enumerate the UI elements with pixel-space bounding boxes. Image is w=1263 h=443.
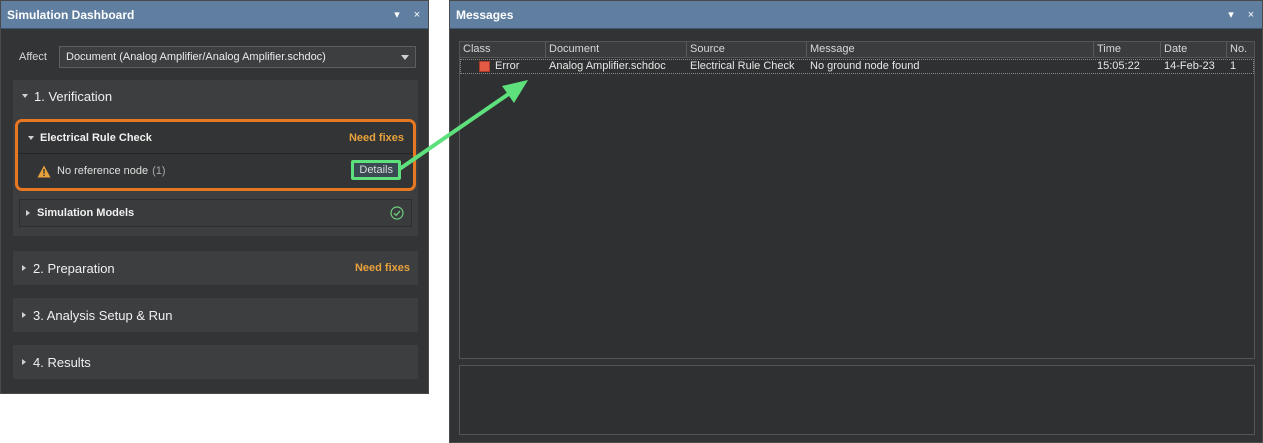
cell-no: 1 xyxy=(1230,60,1237,72)
column-header-class[interactable]: Class xyxy=(460,42,546,57)
section-results-label: 4. Results xyxy=(33,354,91,370)
expand-triangle-icon xyxy=(22,265,26,271)
affect-select-value: Document (Analog Amplifier/Analog Amplif… xyxy=(66,51,326,63)
messages-grid[interactable]: Class Document Source Message Time Date … xyxy=(459,41,1255,359)
cell-date: 14-Feb-23 xyxy=(1164,60,1215,72)
column-header-source[interactable]: Source xyxy=(687,42,807,57)
pin-dropdown-icon[interactable]: ▾ xyxy=(1226,8,1236,21)
check-circle-icon xyxy=(390,206,404,220)
column-header-no[interactable]: No. xyxy=(1227,42,1256,57)
cell-document: Analog Amplifier.schdoc xyxy=(549,60,666,72)
section-analysis-header[interactable]: 3. Analysis Setup & Run xyxy=(13,298,418,332)
section-analysis[interactable]: 3. Analysis Setup & Run xyxy=(13,298,418,332)
erc-issue-label: No reference node xyxy=(57,165,149,177)
affect-row: Affect Document (Analog Amplifier/Analog… xyxy=(19,46,416,68)
erc-status: Need fixes xyxy=(348,131,404,144)
cell-message: No ground node found xyxy=(810,60,920,72)
cell-source: Electrical Rule Check xyxy=(690,60,795,72)
simulation-models-title: Simulation Models xyxy=(37,207,135,219)
erc-group: Electrical Rule Check Need fixes No refe… xyxy=(15,119,416,191)
section-verification-header[interactable]: 1. Verification xyxy=(13,80,418,112)
pin-dropdown-icon[interactable]: ▾ xyxy=(392,8,402,21)
erc-header[interactable]: Electrical Rule Check Need fixes xyxy=(18,122,413,154)
section-results-header[interactable]: 4. Results xyxy=(13,345,418,379)
erc-issue-count: (1) xyxy=(152,165,166,177)
section-verification-label: 1. Verification xyxy=(34,88,113,104)
dashboard-title: Simulation Dashboard xyxy=(7,7,135,22)
column-header-time[interactable]: Time xyxy=(1094,42,1161,57)
column-header-message[interactable]: Message xyxy=(807,42,1094,57)
cell-class: Error xyxy=(495,60,520,72)
details-button[interactable]: Details xyxy=(351,160,401,180)
messages-title: Messages xyxy=(456,7,514,22)
section-preparation[interactable]: 2. Preparation Need fixes xyxy=(13,251,418,285)
section-analysis-label: 3. Analysis Setup & Run xyxy=(33,307,173,323)
messages-titlebar: Messages ▾ × xyxy=(450,1,1262,29)
expand-triangle-icon xyxy=(26,210,30,216)
affect-select[interactable]: Document (Analog Amplifier/Analog Amplif… xyxy=(59,46,416,68)
chevron-down-icon xyxy=(401,54,409,60)
erc-title: Electrical Rule Check xyxy=(40,131,152,144)
simulation-models-header[interactable]: Simulation Models xyxy=(19,199,412,227)
dashboard-titlebar: Simulation Dashboard ▾ × xyxy=(1,1,428,29)
section-preparation-label: 2. Preparation xyxy=(33,260,115,276)
close-icon[interactable]: × xyxy=(412,9,422,21)
expand-triangle-icon xyxy=(22,312,26,318)
expand-triangle-icon xyxy=(22,359,26,365)
messages-grid-header: Class Document Source Message Time Date … xyxy=(460,42,1254,58)
details-button-label: Details xyxy=(359,164,393,176)
close-icon[interactable]: × xyxy=(1246,9,1256,21)
column-header-date[interactable]: Date xyxy=(1161,42,1227,57)
collapse-triangle-icon xyxy=(28,135,34,140)
collapse-triangle-icon xyxy=(22,94,28,98)
simulation-dashboard-panel: Simulation Dashboard ▾ × Affect Document… xyxy=(0,0,429,394)
message-detail-pane xyxy=(459,365,1255,435)
warning-icon xyxy=(37,165,51,177)
cell-time: 15:05:22 xyxy=(1097,60,1140,72)
column-header-document[interactable]: Document xyxy=(546,42,687,57)
messages-panel: Messages ▾ × Class Document Source Messa… xyxy=(449,0,1263,443)
section-results[interactable]: 4. Results xyxy=(13,345,418,379)
error-icon xyxy=(479,61,490,72)
preparation-status: Need fixes xyxy=(354,262,410,274)
section-preparation-header[interactable]: 2. Preparation Need fixes xyxy=(13,251,418,285)
table-row[interactable]: Error Analog Amplifier.schdoc Electrical… xyxy=(460,59,1254,74)
affect-label: Affect xyxy=(19,51,47,63)
